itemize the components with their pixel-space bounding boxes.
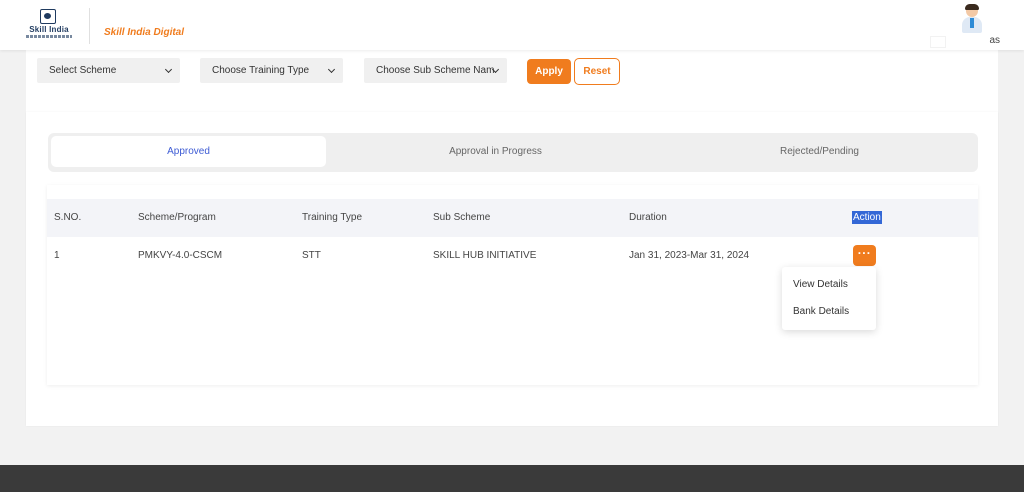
cell-scheme: PMKVY-4.0-CSCM xyxy=(138,250,223,261)
emblem-icon xyxy=(40,9,56,24)
skill-india-logo[interactable]: Skill India xyxy=(26,9,72,43)
sub-scheme-select-value: Choose Sub Scheme Nam xyxy=(376,65,495,76)
brand-title: Skill India Digital xyxy=(104,27,185,38)
logo-text: Skill India xyxy=(29,25,69,34)
tab-rejected-pending[interactable]: Rejected/Pending xyxy=(682,136,957,167)
scheme-select-value: Select Scheme xyxy=(49,65,117,76)
cell-sub-scheme: SKILL HUB INITIATIVE xyxy=(433,250,537,261)
page-footer xyxy=(0,465,1024,492)
filter-panel: Select Scheme Choose Training Type Choos… xyxy=(26,40,998,112)
apply-button[interactable]: Apply xyxy=(527,59,571,84)
training-type-select[interactable]: Choose Training Type xyxy=(200,58,343,83)
column-header-action: Action xyxy=(852,211,882,224)
top-header: Skill India Skill India Digital as xyxy=(0,0,1024,50)
row-actions-menu: View Details Bank Details xyxy=(782,267,876,330)
column-header-scheme: Scheme/Program xyxy=(138,212,216,223)
cell-duration: Jan 31, 2023-Mar 31, 2024 xyxy=(629,250,750,261)
status-tabs: Approved Approval in Progress Rejected/P… xyxy=(48,133,978,172)
user-menu-box[interactable] xyxy=(930,36,946,48)
logo-tagline xyxy=(26,35,72,38)
cell-training-type: STT xyxy=(302,250,321,261)
column-header-sub-scheme: Sub Scheme xyxy=(433,212,491,223)
tab-approved[interactable]: Approved xyxy=(51,136,326,167)
bank-details-menu-item[interactable]: Bank Details xyxy=(793,306,849,317)
tab-approval-in-progress[interactable]: Approval in Progress xyxy=(358,136,633,167)
user-name[interactable]: as xyxy=(962,35,1000,49)
avatar-hair xyxy=(965,4,979,10)
avatar-tie xyxy=(970,18,974,28)
training-type-select-value: Choose Training Type xyxy=(212,65,310,76)
row-actions-button[interactable]: ··· xyxy=(853,245,876,266)
column-header-training-type: Training Type xyxy=(302,212,363,223)
cell-sno: 1 xyxy=(54,250,60,261)
header-divider xyxy=(89,8,90,44)
sub-scheme-select[interactable]: Choose Sub Scheme Nam xyxy=(364,58,507,83)
table-header: S.NO. Scheme/Program Training Type Sub S… xyxy=(47,199,978,237)
column-header-duration: Duration xyxy=(629,212,667,223)
column-header-sno: S.NO. xyxy=(54,212,82,223)
reset-button[interactable]: Reset xyxy=(574,58,620,85)
view-details-menu-item[interactable]: View Details xyxy=(793,279,848,290)
user-avatar[interactable] xyxy=(958,4,986,34)
scheme-select[interactable]: Select Scheme xyxy=(37,58,180,83)
